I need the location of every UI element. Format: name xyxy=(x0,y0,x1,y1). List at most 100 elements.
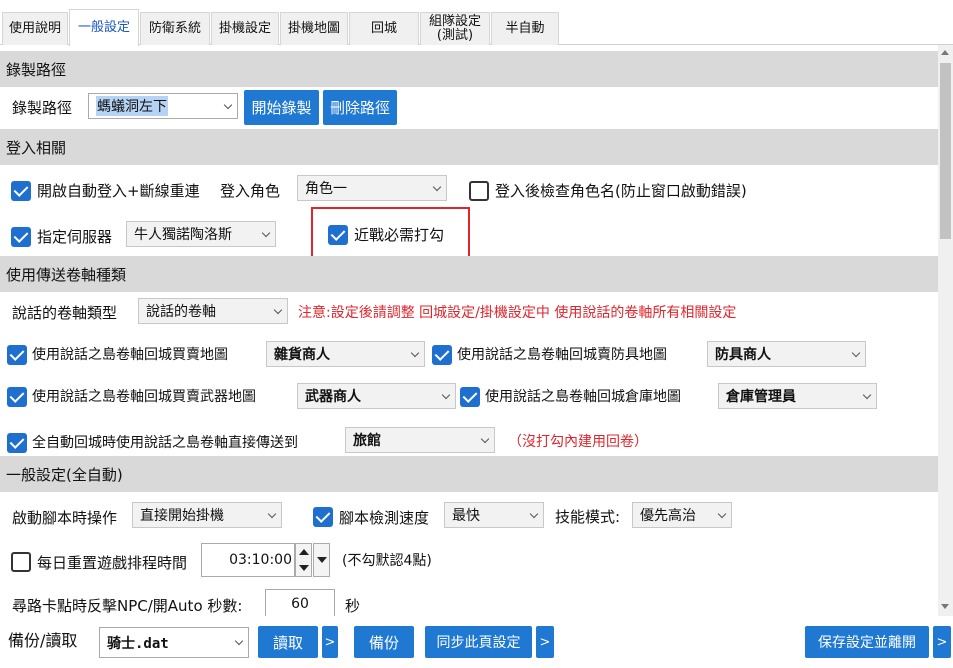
tab-bar: 使用說明 一般設定 防衛系統 掛機設定 掛機地圖 回城 組隊設定 (測試) 半自… xyxy=(0,0,953,46)
direct-teleport-label: 全自動回城時使用說話之島卷軸直接傳送到 xyxy=(32,435,298,451)
login-role-select[interactable]: 角色一 xyxy=(297,175,447,201)
spin-up-icon[interactable] xyxy=(299,549,309,555)
armor-map-select[interactable]: 防具商人 xyxy=(707,341,866,367)
startup-action-label: 啟動腳本時操作 xyxy=(12,509,118,527)
auto-login-checkbox[interactable] xyxy=(11,181,31,201)
backup-load-label: 備份/讀取 xyxy=(8,631,78,650)
reset-time-input[interactable]: 03:10:00 xyxy=(201,543,295,577)
chevron-down-icon xyxy=(717,509,727,519)
tab-defense-system[interactable]: 防衛系統 xyxy=(140,12,210,45)
warehouse-map-value: 倉庫管理員 xyxy=(726,389,796,405)
detect-speed-value: 最快 xyxy=(452,508,480,524)
chevron-down-icon xyxy=(261,228,271,238)
stuck-seconds-value: 60 xyxy=(291,596,309,612)
chevron-down-icon xyxy=(441,390,451,400)
stuck-seconds-unit: 秒 xyxy=(345,597,361,615)
melee-label: 近戰必需打勾 xyxy=(354,226,445,244)
login-role-label: 登入角色 xyxy=(220,182,281,200)
chevron-down-icon xyxy=(273,305,283,315)
direct-teleport-checkbox[interactable] xyxy=(7,433,27,453)
chevron-down-icon xyxy=(267,509,277,519)
record-path-value: 螞蟻洞左下 xyxy=(96,96,168,116)
save-more-button[interactable]: > xyxy=(933,626,951,658)
tab-return-town[interactable]: 回城 xyxy=(349,12,419,45)
record-path-label: 錄製路徑 xyxy=(12,99,73,117)
load-more-button[interactable]: > xyxy=(322,626,338,658)
daily-reset-note: (不勾默認4點) xyxy=(342,553,432,569)
grocery-map-label: 使用說話之島卷軸回城買賣地圖 xyxy=(32,347,228,363)
melee-checkbox[interactable] xyxy=(328,225,348,245)
section-login: 登入相關 xyxy=(0,129,938,165)
tab-semi-auto[interactable]: 半自動 xyxy=(491,12,559,45)
warehouse-map-select[interactable]: 倉庫管理員 xyxy=(718,383,877,409)
tab-general-settings[interactable]: 一般設定 xyxy=(69,9,139,46)
scroll-up-icon[interactable] xyxy=(941,50,949,55)
scrollbar-thumb[interactable] xyxy=(940,63,951,239)
armor-map-checkbox[interactable] xyxy=(432,345,452,365)
startup-action-value: 直接開始掛機 xyxy=(140,508,224,524)
scroll-type-value: 說話的卷軸 xyxy=(146,304,216,320)
time-dropdown-button[interactable] xyxy=(313,543,330,577)
sync-page-button[interactable]: 同步此頁設定 xyxy=(425,626,532,658)
server-select[interactable]: 牛人獨諾陶洛斯 xyxy=(126,221,276,247)
scroll-type-label: 說話的卷軸類型 xyxy=(12,304,118,322)
detect-speed-label: 腳本檢測速度 xyxy=(339,509,430,527)
spin-down-icon[interactable] xyxy=(299,565,309,571)
record-path-select[interactable]: 螞蟻洞左下 xyxy=(88,93,238,119)
backup-file-value: 骑士.dat xyxy=(107,635,169,652)
chevron-down-icon xyxy=(432,182,442,192)
server-label: 指定伺服器 xyxy=(37,228,113,246)
weapon-map-select[interactable]: 武器商人 xyxy=(297,383,456,409)
section-title: 錄製路徑 xyxy=(6,60,67,79)
reset-time-value: 03:10:00 xyxy=(229,552,292,568)
tab-afk-map[interactable]: 掛機地圖 xyxy=(280,12,348,45)
grocery-map-select[interactable]: 雜貨商人 xyxy=(266,341,425,367)
weapon-map-checkbox[interactable] xyxy=(7,387,27,407)
detect-speed-select[interactable]: 最快 xyxy=(444,502,544,528)
detect-speed-checkbox[interactable] xyxy=(313,507,333,527)
chevron-down-icon xyxy=(223,100,233,110)
sync-more-button[interactable]: > xyxy=(536,626,554,658)
chevron-down-icon xyxy=(410,348,420,358)
tab-usage[interactable]: 使用說明 xyxy=(2,12,68,45)
skill-mode-select[interactable]: 優先高治 xyxy=(632,502,732,528)
check-role-name-label: 登入後檢查角色名(防止窗口啟動錯誤) xyxy=(495,182,747,200)
start-record-button[interactable]: 開始錄製 xyxy=(244,90,319,125)
section-title: 登入相關 xyxy=(6,138,67,157)
backup-button[interactable]: 備份 xyxy=(354,626,414,658)
weapon-map-value: 武器商人 xyxy=(305,389,361,405)
warehouse-map-label: 使用說話之島卷軸回城倉庫地圖 xyxy=(485,389,681,405)
warehouse-map-checkbox[interactable] xyxy=(460,387,480,407)
direct-teleport-value: 旅館 xyxy=(353,433,381,449)
grocery-map-checkbox[interactable] xyxy=(7,345,27,365)
scroll-notice: 注意:設定後請調整 回城設定/掛機設定中 使用說話的卷軸所有相關設定 xyxy=(298,305,737,321)
armor-map-value: 防具商人 xyxy=(715,347,771,363)
chevron-down-icon xyxy=(480,434,490,444)
direct-teleport-select[interactable]: 旅館 xyxy=(345,427,495,453)
section-general-auto: 一般設定(全自動) xyxy=(0,456,938,492)
check-role-name-checkbox[interactable] xyxy=(469,181,489,201)
daily-reset-checkbox[interactable] xyxy=(11,552,31,572)
load-button[interactable]: 讀取 xyxy=(258,626,318,658)
server-checkbox[interactable] xyxy=(11,227,31,247)
delete-path-button[interactable]: 刪除路徑 xyxy=(323,90,397,125)
chevron-down-icon xyxy=(529,509,539,519)
backup-file-select[interactable]: 骑士.dat xyxy=(99,627,249,658)
scroll-down-icon[interactable] xyxy=(941,604,949,609)
stuck-seconds-label: 尋路卡點時反擊NPC/開Auto 秒數: xyxy=(12,597,243,615)
stuck-seconds-input[interactable]: 60 xyxy=(265,589,335,619)
direct-teleport-note: （沒打勾內建用回卷） xyxy=(508,434,648,450)
tab-party-settings[interactable]: 組隊設定 (測試) xyxy=(420,12,490,45)
startup-action-select[interactable]: 直接開始掛機 xyxy=(132,502,282,528)
weapon-map-label: 使用說話之島卷軸回城買賣武器地圖 xyxy=(32,389,256,405)
time-spinner[interactable] xyxy=(295,543,312,577)
login-role-value: 角色一 xyxy=(305,181,347,197)
scroll-type-select[interactable]: 說話的卷軸 xyxy=(138,298,288,324)
chevron-down-icon xyxy=(234,636,244,646)
chevron-down-icon xyxy=(862,390,872,400)
tab-afk-settings[interactable]: 掛機設定 xyxy=(211,12,279,45)
armor-map-label: 使用說話之島卷軸回城賣防具地圖 xyxy=(457,347,667,363)
save-and-exit-button[interactable]: 保存設定並離開 xyxy=(805,626,929,658)
section-title: 一般設定(全自動) xyxy=(6,465,123,484)
bottom-bar: 備份/讀取 骑士.dat 讀取 > 備份 同步此頁設定 > 保存設定並離開 > xyxy=(0,616,953,668)
